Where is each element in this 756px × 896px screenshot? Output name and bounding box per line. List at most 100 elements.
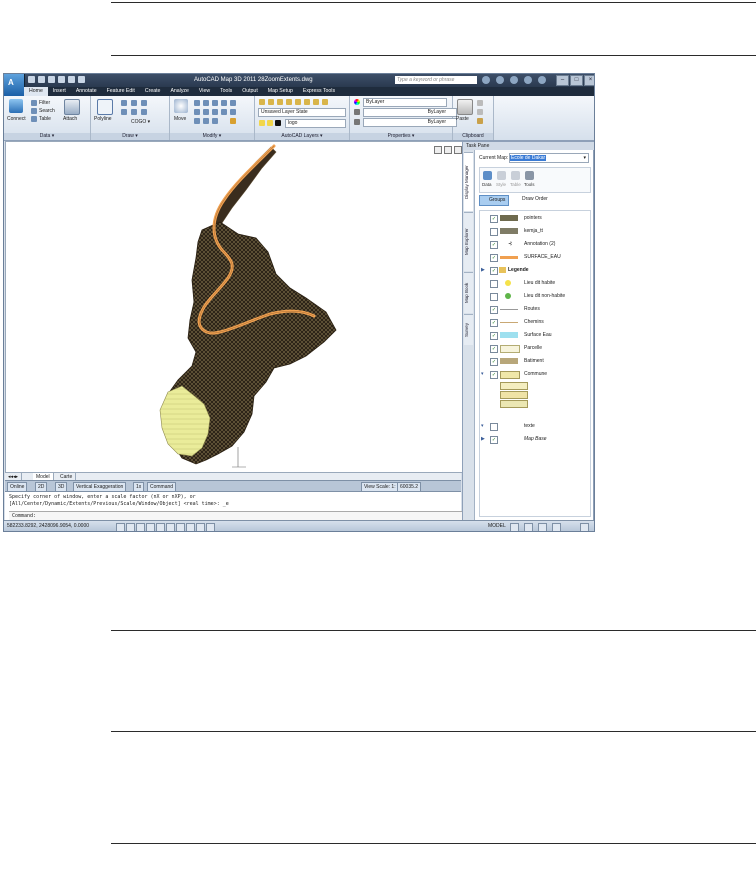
- binoculars-icon[interactable]: [482, 76, 490, 84]
- layer-item-surface-eau[interactable]: ✓ SURFACE_EAU: [480, 253, 590, 262]
- cogo-button[interactable]: COGO ▾: [131, 119, 150, 125]
- layer-off-icon[interactable]: [268, 99, 274, 105]
- expand-arrow-icon[interactable]: ▶: [481, 436, 485, 442]
- layer-visibility-checkbox[interactable]: ✓: [490, 358, 498, 366]
- tab-analyze[interactable]: Analyze: [165, 87, 193, 96]
- connect-icon[interactable]: [9, 99, 23, 113]
- model-space-button[interactable]: MODEL: [488, 523, 506, 529]
- search-button[interactable]: Search: [39, 108, 55, 114]
- favorites-icon[interactable]: [524, 76, 532, 84]
- data-icon[interactable]: [483, 171, 492, 180]
- layer-visibility-checkbox[interactable]: ✓: [490, 371, 498, 379]
- layer-walk-icon[interactable]: [313, 99, 319, 105]
- attach-icon[interactable]: [64, 99, 80, 115]
- osnap-toggle[interactable]: [156, 523, 165, 531]
- collapse-arrow-icon[interactable]: ▾: [481, 423, 484, 429]
- table-icon[interactable]: [511, 171, 520, 180]
- layer-visibility-checkbox[interactable]: [490, 293, 498, 301]
- layers-group-title[interactable]: AutoCAD Layers ▾: [255, 133, 349, 140]
- break-icon[interactable]: [212, 118, 218, 124]
- help-search-input[interactable]: Type a keyword or phrase: [395, 76, 477, 84]
- layout-icon[interactable]: [510, 523, 519, 531]
- layer-visibility-checkbox[interactable]: ✓: [490, 345, 498, 353]
- erase-icon[interactable]: [221, 109, 227, 115]
- linetype-icon[interactable]: [354, 109, 360, 115]
- color-select[interactable]: ByLayer: [363, 98, 447, 107]
- move-icon[interactable]: [174, 99, 188, 113]
- copy-clip-icon[interactable]: [477, 100, 483, 106]
- lineweight-icon[interactable]: [354, 119, 360, 125]
- layer-item-lieu-non-habite[interactable]: Lieu dit non-habite: [480, 292, 590, 301]
- properties-group-title[interactable]: Properties ▾: [350, 133, 452, 140]
- match-properties-icon[interactable]: [477, 118, 483, 124]
- layer-visibility-checkbox[interactable]: ✓: [490, 215, 498, 223]
- redo-icon[interactable]: [68, 76, 75, 83]
- stretch-icon[interactable]: [194, 109, 200, 115]
- ellipse-icon[interactable]: [141, 109, 147, 115]
- tab-map-setup[interactable]: Map Setup: [263, 87, 298, 96]
- scale-icon[interactable]: [203, 109, 209, 115]
- fillet-icon[interactable]: [230, 100, 236, 106]
- layer-item-chemins[interactable]: ✓ Chemins: [480, 318, 590, 327]
- subscription-icon[interactable]: [496, 76, 504, 84]
- layer-item-commune[interactable]: ▾ ✓ Commune: [480, 370, 590, 379]
- sun-icon[interactable]: [267, 120, 273, 126]
- otrack-toggle[interactable]: [166, 523, 175, 531]
- lineweight-select[interactable]: ByLayer: [363, 118, 457, 127]
- workspace-switch-icon[interactable]: [538, 523, 547, 531]
- expand-arrow-icon[interactable]: ▶: [481, 267, 485, 273]
- rectangle-icon[interactable]: [121, 109, 127, 115]
- layer-item-texte[interactable]: ▾ texte: [480, 422, 590, 431]
- tab-display-manager[interactable]: Display Manager: [464, 152, 473, 211]
- trim-icon[interactable]: [203, 100, 209, 106]
- circle-icon[interactable]: [131, 100, 137, 106]
- style-icon[interactable]: [497, 171, 506, 180]
- tab-tools[interactable]: Tools: [215, 87, 237, 96]
- grid-toggle[interactable]: [126, 523, 135, 531]
- data-group-title[interactable]: Data ▾: [4, 133, 90, 140]
- ortho-toggle[interactable]: [136, 523, 145, 531]
- pencil-icon[interactable]: [230, 118, 236, 124]
- tab-view[interactable]: View: [194, 87, 215, 96]
- open-icon[interactable]: [38, 76, 45, 83]
- tab-insert[interactable]: Insert: [48, 87, 71, 96]
- hatch-icon[interactable]: [131, 109, 137, 115]
- tab-survey[interactable]: Survey: [464, 314, 473, 345]
- workspace-icon[interactable]: [78, 76, 85, 83]
- search-icon[interactable]: [31, 108, 37, 114]
- draw-group-title[interactable]: Draw ▾: [91, 133, 169, 140]
- polar-toggle[interactable]: [146, 523, 155, 531]
- paste-icon[interactable]: [457, 99, 473, 115]
- layer-item-surface-eau-poly[interactable]: ✓ Surface Eau: [480, 331, 590, 340]
- linetype-select[interactable]: ByLayer: [363, 108, 457, 117]
- layer-state-select[interactable]: Unsaved Layer State: [258, 108, 346, 117]
- application-menu-button[interactable]: A: [4, 74, 25, 96]
- copy-icon[interactable]: [212, 100, 218, 106]
- communication-icon[interactable]: [510, 76, 518, 84]
- layer-item-batiment[interactable]: ✓ Batiment: [480, 357, 590, 366]
- qp-toggle[interactable]: [206, 523, 215, 531]
- filter-button[interactable]: Filter: [39, 100, 50, 106]
- modify-group-title[interactable]: Modify ▾: [170, 133, 254, 140]
- arc-icon[interactable]: [141, 100, 147, 106]
- group-visibility-checkbox[interactable]: ✓: [490, 267, 498, 275]
- layer-item-kemja[interactable]: kemja_tt: [480, 227, 590, 236]
- tab-feature-edit[interactable]: Feature Edit: [102, 87, 140, 96]
- current-map-select[interactable]: Ecole de Dakar ▾: [509, 153, 589, 163]
- layer-item-map-base[interactable]: ▶ ✓ Map Base: [480, 435, 590, 444]
- layer-item-annotation[interactable]: ✓ ⊰ Annotation (2): [480, 240, 590, 249]
- tab-map-explorer[interactable]: Map Explorer: [464, 212, 473, 271]
- layer-item-routes[interactable]: ✓ Routes: [480, 305, 590, 314]
- annotation-scale-icon[interactable]: [524, 523, 533, 531]
- color-wheel-icon[interactable]: [354, 99, 360, 105]
- snap-toggle[interactable]: [116, 523, 125, 531]
- group-item-legende[interactable]: ▶ ✓ Legende: [480, 266, 590, 275]
- layer-visibility-checkbox[interactable]: [490, 228, 498, 236]
- tab-map-book[interactable]: Map Book: [464, 272, 473, 313]
- polyline-icon[interactable]: [97, 99, 113, 115]
- layer-visibility-checkbox[interactable]: ✓: [490, 254, 498, 262]
- lock-icon[interactable]: [552, 523, 561, 531]
- layer-visibility-checkbox[interactable]: ✓: [490, 332, 498, 340]
- command-input[interactable]: Command:: [9, 511, 465, 520]
- draw-order-button[interactable]: Draw Order: [513, 195, 548, 204]
